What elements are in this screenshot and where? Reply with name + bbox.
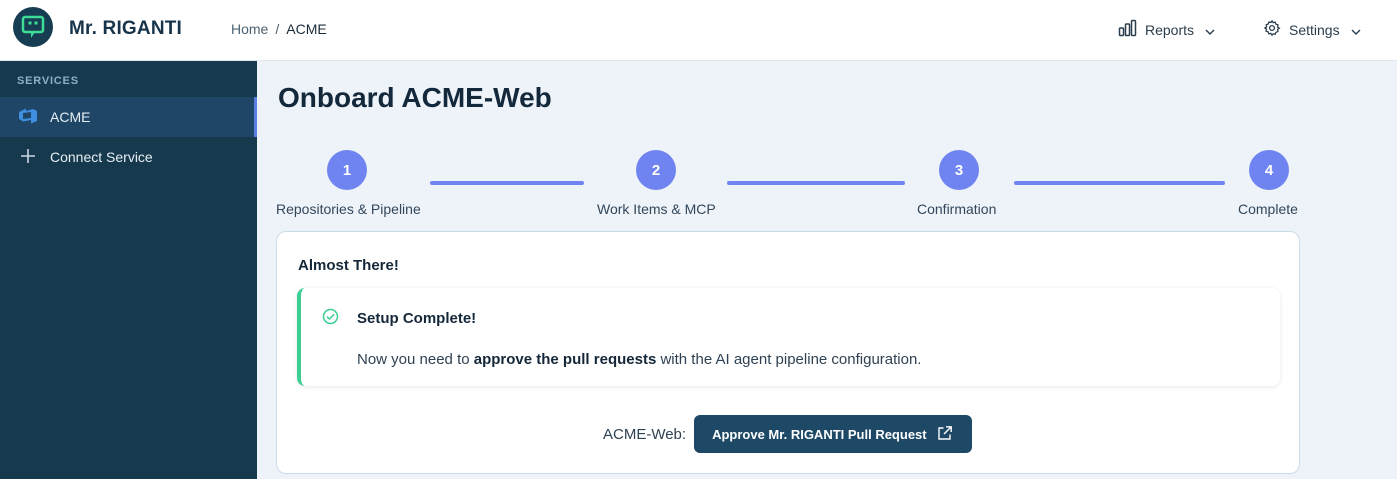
page-title: Onboard ACME-Web — [278, 82, 552, 113]
breadcrumb-separator: / — [275, 21, 280, 37]
plus-icon — [18, 147, 38, 168]
brand-name[interactable]: Mr. RIGANTI — [69, 18, 182, 40]
step-4-circle: 4 — [1249, 150, 1289, 190]
sidebar-item-label: ACME — [50, 109, 91, 125]
sidebar-item-connect-service[interactable]: Connect Service — [0, 137, 257, 177]
step-3-circle: 3 — [939, 150, 979, 190]
alert-message: Now you need to approve the pull request… — [357, 351, 922, 368]
reports-menu[interactable]: Reports — [1118, 19, 1215, 40]
settings-label: Settings — [1289, 21, 1340, 38]
sidebar-section-label: SERVICES — [17, 75, 79, 87]
breadcrumb-home[interactable]: Home — [231, 21, 268, 37]
brand-logo-icon[interactable] — [13, 7, 53, 47]
approve-row: ACME-Web: Approve Mr. RIGANTI Pull Reque… — [603, 415, 972, 453]
chevron-down-icon — [1205, 22, 1215, 38]
step-connector — [430, 181, 584, 185]
sidebar-item-label: Connect Service — [50, 149, 153, 165]
chevron-down-icon — [1351, 22, 1361, 38]
step-2-circle: 2 — [636, 150, 676, 190]
sidebar-item-acme[interactable]: ACME — [0, 97, 257, 137]
step-connector — [727, 181, 905, 185]
alert-emphasis: approve the pull requests — [473, 351, 657, 368]
step-2-label: Work Items & MCP — [597, 201, 716, 217]
bar-chart-icon — [1118, 19, 1137, 40]
sidebar: SERVICES ACME Connect Service — [0, 61, 257, 479]
step-4-label: Complete — [1238, 201, 1298, 217]
approve-repo-label: ACME-Web: — [603, 425, 687, 443]
alert-title: Setup Complete! — [357, 310, 477, 327]
reports-label: Reports — [1145, 21, 1195, 38]
approve-pull-request-button[interactable]: Approve Mr. RIGANTI Pull Request — [694, 415, 972, 453]
approve-button-label: Approve Mr. RIGANTI Pull Request — [712, 426, 927, 442]
breadcrumb-current: ACME — [286, 21, 327, 37]
azure-devops-icon — [18, 107, 38, 128]
check-circle-icon — [322, 308, 339, 330]
success-alert: Setup Complete! Now you need to approve … — [297, 288, 1280, 386]
completion-card: Almost There! Setup Complete! Now you ne… — [276, 231, 1300, 474]
step-1-circle: 1 — [327, 150, 367, 190]
breadcrumb: Home / ACME — [231, 21, 327, 37]
external-link-icon — [937, 425, 953, 444]
card-title: Almost There! — [298, 257, 399, 274]
onboarding-stepper: 1 Repositories & Pipeline 2 Work Items &… — [276, 150, 1306, 220]
step-3-label: Confirmation — [917, 201, 997, 217]
step-connector — [1014, 181, 1225, 185]
settings-menu[interactable]: Settings — [1263, 19, 1361, 40]
gear-icon — [1263, 19, 1281, 40]
step-1-label: Repositories & Pipeline — [276, 201, 421, 217]
top-header: Mr. RIGANTI Home / ACME Reports Settings — [0, 0, 1397, 61]
